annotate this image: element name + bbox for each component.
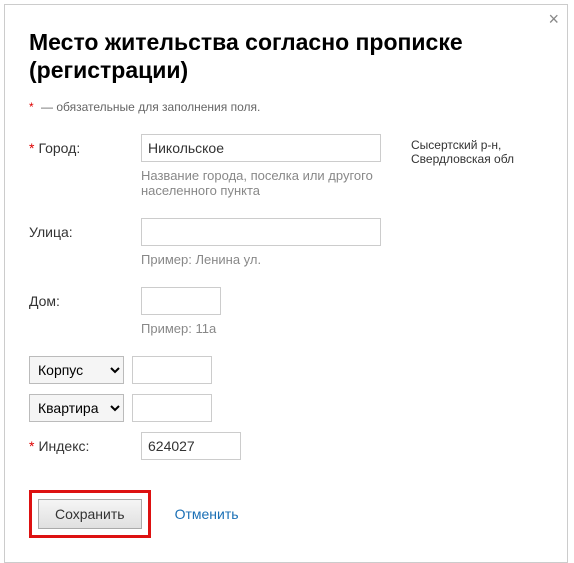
city-region: Сысертский р-н, Свердловская обл [403,134,543,166]
row-corpus: Корпус [29,356,543,384]
save-button[interactable]: Сохранить [38,499,142,529]
label-index: *Индекс: [29,432,141,454]
label-house: Дом: [29,287,141,309]
city-input[interactable] [141,134,381,162]
street-hint: Пример: Ленина ул. [141,252,403,267]
modal-title: Место жительства согласно прописке (реги… [29,29,543,84]
row-index: *Индекс: [29,432,543,460]
row-apartment: Квартира [29,394,543,422]
required-note: * — обязательные для заполнения поля. [29,100,543,114]
corpus-type-select[interactable]: Корпус [29,356,124,384]
city-hint: Название города, поселка или другого нас… [141,168,403,198]
actions-bar: Сохранить Отменить [29,490,543,538]
save-highlight: Сохранить [29,490,151,538]
street-input[interactable] [141,218,381,246]
address-modal: × Место жительства согласно прописке (ре… [4,4,568,563]
close-icon[interactable]: × [548,9,559,30]
apartment-type-select[interactable]: Квартира [29,394,124,422]
required-note-text: — обязательные для заполнения поля. [41,100,260,114]
apartment-input[interactable] [132,394,212,422]
asterisk-icon: * [29,438,34,454]
row-city: *Город: Название города, поселка или дру… [29,134,543,212]
cancel-link[interactable]: Отменить [175,506,239,522]
label-street: Улица: [29,218,141,240]
house-input[interactable] [141,287,221,315]
index-input[interactable] [141,432,241,460]
label-city: *Город: [29,134,141,156]
asterisk-icon: * [29,140,34,156]
corpus-input[interactable] [132,356,212,384]
asterisk-icon: * [29,100,34,114]
row-street: Улица: Пример: Ленина ул. [29,218,543,281]
house-hint: Пример: 11а [141,321,403,336]
row-house: Дом: Пример: 11а [29,287,543,350]
